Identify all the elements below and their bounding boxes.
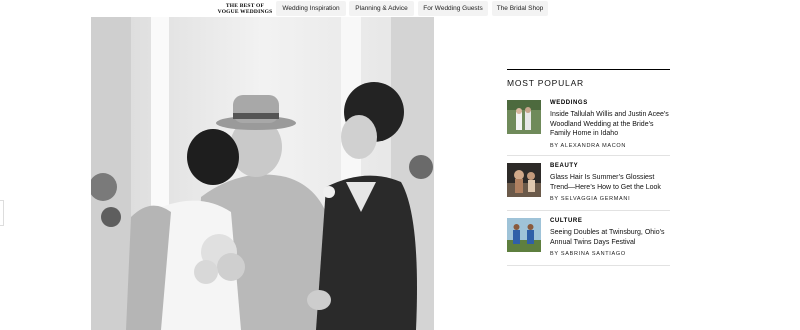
item-category: CULTURE — [550, 218, 583, 224]
item-divider — [507, 210, 670, 211]
side-tab[interactable] — [0, 200, 4, 226]
nav-planning-advice[interactable]: Planning & Advice — [349, 1, 414, 16]
most-popular-sidebar: MOST POPULAR WEDDINGS Inside Tallulah Wi… — [507, 69, 670, 266]
item-category: WEDDINGS — [550, 100, 588, 106]
brand-line-2: VOGUE WEDDINGS — [217, 8, 273, 15]
top-nav: THE BEST OF VOGUE WEDDINGS Wedding Inspi… — [0, 0, 800, 17]
hero-photo — [91, 17, 434, 330]
item-title[interactable]: Glass Hair Is Summer’s Glossiest Trend—H… — [550, 173, 670, 192]
nav-for-wedding-guests[interactable]: For Wedding Guests — [418, 1, 488, 16]
brand-logo[interactable]: THE BEST OF VOGUE WEDDINGS — [216, 0, 274, 17]
nav-bridal-shop[interactable]: The Bridal Shop — [492, 1, 548, 16]
item-divider — [507, 265, 670, 266]
item-byline: BY SABRINA SANTIAGO — [550, 251, 626, 257]
item-byline: BY SELVAGGIA GERMANI — [550, 196, 631, 202]
sidebar-rule — [507, 69, 670, 70]
thumbnail-culture[interactable] — [507, 218, 541, 252]
nav-wedding-inspiration[interactable]: Wedding Inspiration — [276, 1, 346, 16]
item-category: BEAUTY — [550, 163, 579, 169]
sidebar-heading: MOST POPULAR — [507, 78, 584, 88]
thumbnail-weddings[interactable] — [507, 100, 541, 134]
item-title[interactable]: Seeing Doubles at Twinsburg, Ohio’s Annu… — [550, 228, 670, 247]
item-byline: BY ALEXANDRA MACON — [550, 143, 627, 149]
item-title[interactable]: Inside Tallulah Willis and Justin Acee’s… — [550, 110, 670, 139]
thumbnail-beauty[interactable] — [507, 163, 541, 197]
item-divider — [507, 155, 670, 156]
